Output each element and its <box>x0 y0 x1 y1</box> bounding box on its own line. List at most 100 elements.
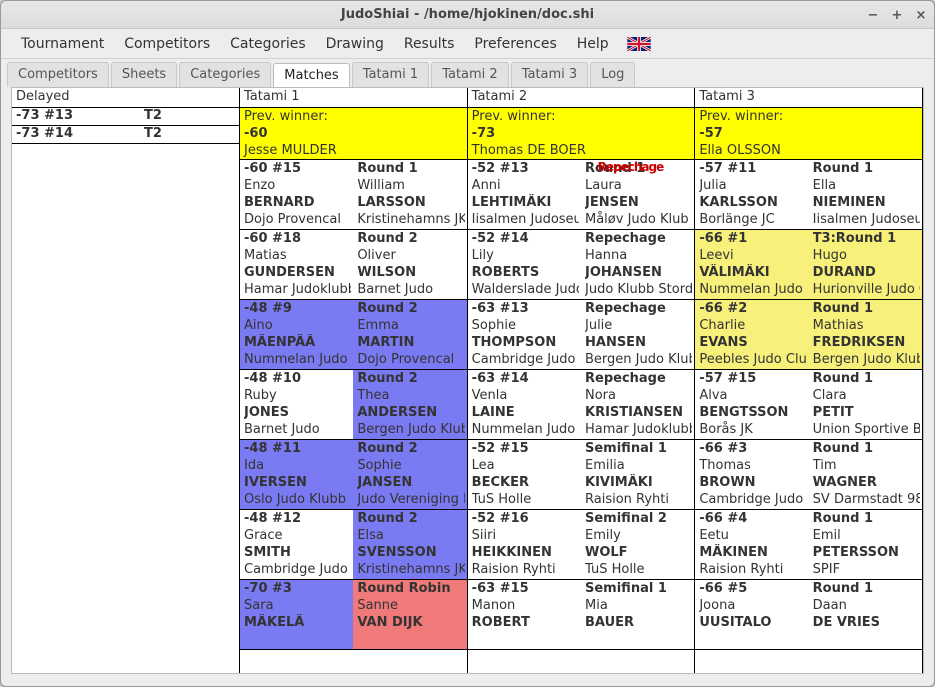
match-right: Round 2TheaANDERSENBergen Judo Klubb <box>353 370 466 439</box>
match-left: -52 #14LilyROBERTSWalderslade Judo <box>468 230 581 299</box>
match-row[interactable]: -52 #16SiiriHEIKKINENRaision RyhtiSemifi… <box>468 510 695 580</box>
competitor-first: Alva <box>699 387 806 404</box>
match-right: Round 2ElsaSVENSSONKristinehamns JK <box>353 510 466 579</box>
competitor-last: KARLSSON <box>699 194 806 211</box>
match-row[interactable]: -48 #12GraceSMITHCambridge JudoRound 2El… <box>240 510 467 580</box>
competitor-first: Eetu <box>699 527 806 544</box>
tatami-column-3: Tatami 3Prev. winner:-57Ella OLSSON-57 #… <box>695 88 923 673</box>
menu-competitors[interactable]: Competitors <box>114 32 220 56</box>
match-id-or-round: -52 #15 <box>472 440 579 457</box>
repechage-overlay-badge: Repechage <box>598 160 664 174</box>
match-right: Round 1ClaraPETITUnion Sportive Bo <box>809 370 922 439</box>
delayed-row[interactable]: -73 #14T2 <box>12 126 239 144</box>
competitor-first: Mia <box>585 597 692 614</box>
match-row[interactable]: -63 #14VenlaLAINENummelan JudoRepechageN… <box>468 370 695 440</box>
match-row[interactable]: -57 #11JuliaKARLSSONBorlänge JCRound 1El… <box>695 160 922 230</box>
competitor-club: Raision Ryhti <box>472 561 579 578</box>
match-left: -48 #10RubyJONESBarnet Judo <box>240 370 353 439</box>
match-id-or-round: Round 1 <box>357 160 464 177</box>
competitor-last: THOMPSON <box>472 334 579 351</box>
delayed-row[interactable]: -73 #13T2 <box>12 108 239 126</box>
close-button[interactable]: × <box>914 8 928 22</box>
competitor-first: Emma <box>357 317 464 334</box>
tab-log[interactable]: Log <box>590 62 635 87</box>
tab-tatami1[interactable]: Tatami 1 <box>352 62 430 87</box>
tab-competitors[interactable]: Competitors <box>7 62 109 87</box>
tatami-header: Tatami 3 <box>695 88 922 108</box>
match-row[interactable]: -66 #1LeeviVÄLIMÄKINummelan JudoT3:Round… <box>695 230 922 300</box>
tab-tatami3[interactable]: Tatami 3 <box>511 62 589 87</box>
competitor-first: Ida <box>244 457 351 474</box>
competitor-last: FREDRIKSEN <box>813 334 920 351</box>
competitor-last: JENSEN <box>585 194 692 211</box>
match-right: Round 1MathiasFREDRIKSENBergen Judo Klub… <box>809 300 922 369</box>
match-row[interactable]: -48 #10RubyJONESBarnet JudoRound 2TheaAN… <box>240 370 467 440</box>
match-row[interactable]: -66 #3ThomasBROWNCambridge JudoRound 1Ti… <box>695 440 922 510</box>
competitor-last: BERNARD <box>244 194 351 211</box>
prev-winner-cat: -73 <box>472 125 691 142</box>
match-id-or-round: -52 #16 <box>472 510 579 527</box>
match-row[interactable]: -48 #11IdaIVERSENOslo Judo KlubbRound 2S… <box>240 440 467 510</box>
match-left: -52 #13AnniLEHTIMÄKIIisalmen Judoseur <box>468 160 581 229</box>
competitor-last: SMITH <box>244 544 351 561</box>
match-row[interactable]: -66 #4EetuMÄKINENRaision RyhtiRound 1Emi… <box>695 510 922 580</box>
competitor-last: JONES <box>244 404 351 421</box>
competitor-last: NIEMINEN <box>813 194 920 211</box>
menu-preferences[interactable]: Preferences <box>464 32 566 56</box>
match-left: -66 #2CharlieEVANSPeebles Judo Club <box>695 300 808 369</box>
match-id-or-round: Round 1 <box>813 160 920 177</box>
match-row[interactable]: -57 #15AlvaBENGTSSONBorås JKRound 1Clara… <box>695 370 922 440</box>
match-row[interactable]: -60 #18MatiasGUNDERSENHamar JudoklubbRou… <box>240 230 467 300</box>
match-left: -57 #15AlvaBENGTSSONBorås JK <box>695 370 808 439</box>
match-row[interactable]: -63 #15ManonROBERTSemifinal 1MiaBAUER <box>468 580 695 650</box>
match-left: -70 #3SaraMÄKELÄ <box>240 580 353 649</box>
competitor-last: ROBERT <box>472 614 579 631</box>
match-row[interactable]: -60 #15EnzoBERNARDDojo ProvencalRound 1W… <box>240 160 467 230</box>
match-row[interactable]: -52 #14LilyROBERTSWalderslade JudoRepech… <box>468 230 695 300</box>
delayed-column: Delayed-73 #13T2-73 #14T2 <box>12 88 240 673</box>
menu-results[interactable]: Results <box>394 32 465 56</box>
match-id-or-round: -48 #9 <box>244 300 351 317</box>
match-row[interactable]: -70 #3SaraMÄKELÄRound RobinSanneVAN DIJK <box>240 580 467 650</box>
match-row[interactable]: -66 #5JoonaUUSITALORound 1DaanDE VRIES <box>695 580 922 650</box>
match-id-or-round: -66 #1 <box>699 230 806 247</box>
match-id-or-round: Semifinal 2 <box>585 510 692 527</box>
competitor-last: HEIKKINEN <box>472 544 579 561</box>
match-left: -52 #16SiiriHEIKKINENRaision Ryhti <box>468 510 581 579</box>
competitor-last: WOLF <box>585 544 692 561</box>
competitor-club: Kristinehamns JK <box>357 561 464 578</box>
competitor-first: Sara <box>244 597 351 614</box>
match-row[interactable]: -66 #2CharlieEVANSPeebles Judo ClubRound… <box>695 300 922 370</box>
match-id-or-round: Semifinal 1 <box>585 580 692 597</box>
match-right: Round 1WilliamLARSSONKristinehamns JK <box>353 160 466 229</box>
tab-tatami2[interactable]: Tatami 2 <box>431 62 509 87</box>
tab-matches[interactable]: Matches <box>273 63 349 88</box>
menu-categories[interactable]: Categories <box>220 32 315 56</box>
content-area: Delayed-73 #13T2-73 #14T2Tatami 1Prev. w… <box>11 87 924 674</box>
match-right: Round 1EmilPETERSSONSPIF <box>809 510 922 579</box>
uk-flag-icon[interactable] <box>627 37 651 51</box>
competitor-first: Laura <box>585 177 692 194</box>
match-right: Round 1DaanDE VRIES <box>809 580 922 649</box>
competitor-last: GUNDERSEN <box>244 264 351 281</box>
menu-help[interactable]: Help <box>567 32 619 56</box>
competitor-last: KIVIMÄKI <box>585 474 692 491</box>
competitor-first: Matias <box>244 247 351 264</box>
competitor-last: IVERSEN <box>244 474 351 491</box>
match-row[interactable]: -63 #13SophieTHOMPSONCambridge JudoRepec… <box>468 300 695 370</box>
delayed-tatami: T2 <box>140 126 166 143</box>
match-row[interactable]: -48 #9AinoMÄENPÄÄNummelan JudoRound 2Emm… <box>240 300 467 370</box>
menu-drawing[interactable]: Drawing <box>316 32 394 56</box>
competitor-first: Venla <box>472 387 579 404</box>
match-id-or-round: Repechage <box>585 370 692 387</box>
tab-sheets[interactable]: Sheets <box>111 62 177 87</box>
match-right: RepechageJulieHANSENBergen Judo Klubb <box>581 300 694 369</box>
maximize-button[interactable]: + <box>890 8 904 22</box>
minimize-button[interactable]: − <box>866 8 880 22</box>
competitor-club: Iisalmen Judoseur <box>472 211 579 228</box>
tatami-header: Tatami 2 <box>468 88 695 108</box>
match-row[interactable]: -52 #15LeaBECKERTuS HolleSemifinal 1Emil… <box>468 440 695 510</box>
menu-tournament[interactable]: Tournament <box>11 32 114 56</box>
prev-winner-label: Prev. winner: <box>244 108 463 125</box>
tab-categories[interactable]: Categories <box>179 62 271 87</box>
